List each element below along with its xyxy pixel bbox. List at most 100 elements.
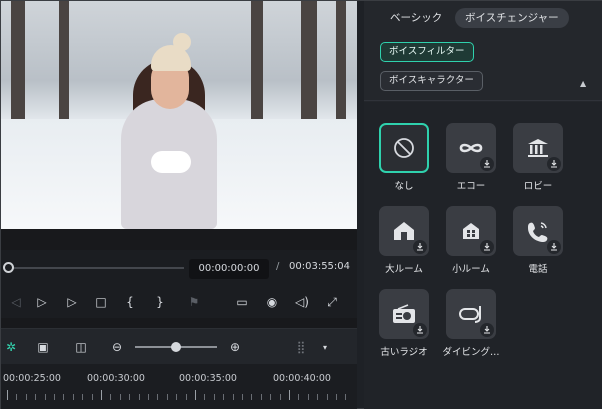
preset-small-room[interactable]: 小ルーム <box>441 206 501 275</box>
zoom-slider-handle[interactable] <box>171 342 181 352</box>
preset-none[interactable]: なし <box>374 123 434 192</box>
preset-tile[interactable] <box>379 123 429 173</box>
voice-character-button[interactable]: ボイスキャラクター <box>380 71 483 91</box>
audio-stretch-icon[interactable]: ◫ <box>71 337 91 357</box>
preset-tile[interactable] <box>446 289 496 339</box>
download-icon[interactable] <box>547 240 561 254</box>
preset-label: ロビー <box>523 181 553 192</box>
preset-tile[interactable] <box>513 123 563 173</box>
ruler-tick <box>345 394 346 400</box>
preset-old-radio[interactable]: 古いラジオ <box>374 289 434 358</box>
diving-icon <box>459 306 481 323</box>
ruler-tick <box>336 394 337 400</box>
download-icon[interactable] <box>547 157 561 171</box>
preset-label: 大ルーム <box>385 264 423 275</box>
mark-in-icon[interactable]: { <box>119 291 141 313</box>
ruler-label: 00:00:40:00 <box>273 373 331 384</box>
chevron-down-icon[interactable]: ▾ <box>315 337 335 357</box>
zoom-out-icon[interactable]: ⊖ <box>107 337 127 357</box>
audio-panel: ベーシック ボイスチェンジャー ボイスフィルター ボイスキャラクター ▲ なし … <box>364 1 602 409</box>
display-icon[interactable]: ▭ <box>231 291 253 313</box>
ruler-label: 00:00:25:00 <box>3 373 61 384</box>
timeline-ruler[interactable]: 00:00:25:00 00:00:30:00 00:00:35:00 00:00:4… <box>1 364 357 409</box>
ruler-tick <box>270 394 271 400</box>
editor-window: 00:00:00:00 / 00:03:55:04 ◁ ▷ ▷ □{} ⚑ ▭ ◉ ◁) ⤢ ✲… <box>0 0 602 409</box>
panel-header: ベーシック ボイスチェンジャー ボイスフィルター ボイスキャラクター ▲ <box>364 1 602 101</box>
total-time: 00:03:55:04 <box>289 261 351 272</box>
tab-basic[interactable]: ベーシック <box>380 8 452 28</box>
preset-tile[interactable] <box>446 206 496 256</box>
stop-icon[interactable]: □ <box>90 291 112 313</box>
current-time: 00:00:00:00 <box>189 259 269 279</box>
preset-echo[interactable]: エコー <box>441 123 501 192</box>
preview-render-icon[interactable]: ▣ <box>33 337 53 357</box>
ruler-label: 00:00:30:00 <box>87 373 145 384</box>
preset-tile[interactable] <box>446 123 496 173</box>
timeline-toolbar: ✲ ▣ ◫ ⊖ ⊕ ⣿ ▾ <box>1 328 357 364</box>
video-preview[interactable] <box>1 1 357 229</box>
download-icon[interactable] <box>480 240 494 254</box>
scrub-track[interactable] <box>9 267 184 269</box>
ruler-tick <box>35 394 36 400</box>
scrub-handle[interactable] <box>3 262 14 273</box>
snapshot-icon[interactable]: ◉ <box>261 291 283 313</box>
ruler-tick <box>167 394 168 400</box>
small-room-icon <box>463 223 479 239</box>
ruler-tick <box>16 394 17 400</box>
grip-icon[interactable]: ⣿ <box>291 337 311 357</box>
preset-label: 小ルーム <box>452 264 490 275</box>
snap-icon[interactable]: ✲ <box>1 337 21 357</box>
ruler-tick <box>261 394 262 400</box>
preset-tile[interactable] <box>379 289 429 339</box>
ruler-tick <box>223 394 224 400</box>
ruler-tick <box>120 394 121 400</box>
preview-area: 00:00:00:00 / 00:03:55:04 ◁ ▷ ▷ □{} ⚑ ▭ ◉ ◁) ⤢ ✲… <box>1 1 357 409</box>
voice-filter-button[interactable]: ボイスフィルター <box>380 42 474 62</box>
playback-controls: ◁ ▷ ▷ □{} ⚑ ▭ ◉ ◁) ⤢ <box>1 286 357 318</box>
zoom-in-icon[interactable]: ⊕ <box>225 337 245 357</box>
marker-icon[interactable]: ⚑ <box>183 291 205 313</box>
ruler-tick <box>73 394 74 400</box>
ruler-tick <box>148 394 149 400</box>
download-icon[interactable] <box>413 240 427 254</box>
mark-out-icon[interactable]: } <box>149 291 171 313</box>
ruler-tick <box>7 390 8 400</box>
ruler-tick <box>139 394 140 400</box>
preset-tile[interactable] <box>379 206 429 256</box>
prev-frame-icon[interactable]: ◁ <box>5 291 27 313</box>
ruler-tick <box>82 394 83 400</box>
download-icon[interactable] <box>480 157 494 171</box>
ruler-tick <box>289 390 290 400</box>
download-icon[interactable] <box>413 323 427 337</box>
preset-large-room[interactable]: 大ルーム <box>374 206 434 275</box>
preset-phone[interactable]: 電話 <box>508 206 568 275</box>
ruler-tick <box>317 394 318 400</box>
step-play-icon[interactable]: ▷ <box>31 291 53 313</box>
ruler-tick <box>92 394 93 400</box>
ruler-tick <box>280 394 281 400</box>
ruler-tick <box>204 394 205 400</box>
download-icon[interactable] <box>480 323 494 337</box>
preset-label: 古いラジオ <box>380 347 428 358</box>
ruler-tick <box>298 394 299 400</box>
preset-lobby[interactable]: ロビー <box>508 123 568 192</box>
ruler-tick <box>251 394 252 400</box>
large-room-icon <box>394 222 414 240</box>
tab-voice-changer[interactable]: ボイスチェンジャー <box>455 8 569 28</box>
ruler-tick <box>242 394 243 400</box>
ruler-tick <box>101 390 102 400</box>
fullscreen-icon[interactable]: ⤢ <box>321 291 343 313</box>
ruler-tick <box>45 394 46 400</box>
echo-icon <box>459 143 483 153</box>
ruler-label: 00:00:35:00 <box>179 373 237 384</box>
preset-grid: なし エコー ロビー 大ルーム 小ルーム 電話 古いラジオ ダイビング… <box>364 102 602 409</box>
lobby-icon <box>528 139 548 157</box>
collapse-icon[interactable]: ▲ <box>580 79 586 88</box>
ruler-tick <box>54 394 55 400</box>
preset-tile[interactable] <box>513 206 563 256</box>
volume-icon[interactable]: ◁) <box>291 291 313 313</box>
preset-diving[interactable]: ダイビング… <box>441 289 501 358</box>
ruler-tick <box>308 394 309 400</box>
ruler-tick <box>214 394 215 400</box>
play-icon[interactable]: ▷ <box>61 291 83 313</box>
